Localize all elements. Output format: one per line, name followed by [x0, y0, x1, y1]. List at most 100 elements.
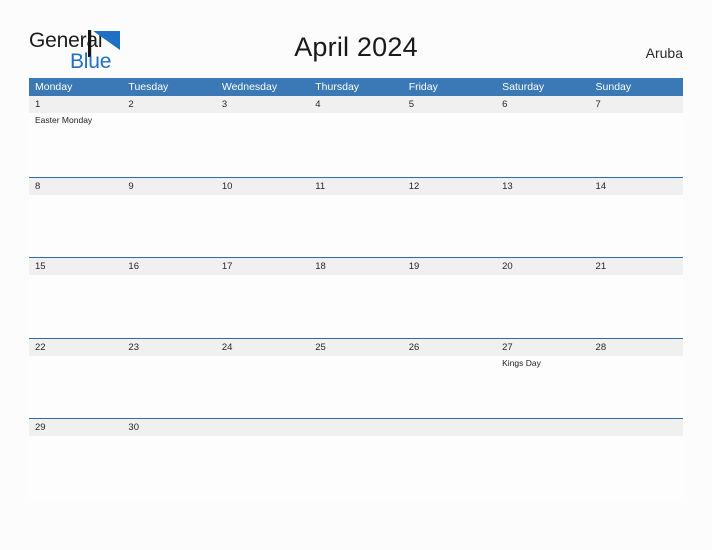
- date-number[interactable]: 9: [122, 178, 215, 195]
- date-number[interactable]: 3: [216, 96, 309, 113]
- date-number[interactable]: 28: [590, 339, 683, 356]
- calendar-week-row: 15 16 17 18 19 20 21: [29, 257, 683, 338]
- day-cell-events: [590, 113, 683, 176]
- date-number[interactable]: 30: [122, 419, 215, 436]
- day-cell-events: [403, 275, 496, 338]
- date-number-band: 15 16 17 18 19 20 21: [29, 258, 683, 275]
- day-cell-events: [29, 356, 122, 419]
- calendar-week-row: 29 30: [29, 418, 683, 499]
- date-number[interactable]: 12: [403, 178, 496, 195]
- day-cell-events: [216, 113, 309, 176]
- day-cell-events: [122, 436, 215, 499]
- date-number-band: 8 9 10 11 12 13 14: [29, 177, 683, 195]
- date-number[interactable]: 27: [496, 339, 589, 356]
- day-cell-events: [590, 436, 683, 499]
- date-number[interactable]: 23: [122, 339, 215, 356]
- event-band: [29, 275, 683, 338]
- calendar-weeks: 1 2 3 4 5 6 7 Easter Monday 8 9 10 11 12 13 14 15 16 17 18…: [29, 96, 683, 499]
- calendar-week-row: 8 9 10 11 12 13 14: [29, 176, 683, 258]
- weekday-header-thursday: Thursday: [315, 81, 360, 93]
- day-cell-events: [122, 113, 215, 176]
- holiday-event-label: Kings Day: [502, 357, 541, 368]
- page-header: General Blue April 2024 Aruba: [0, 0, 712, 76]
- date-number[interactable]: 5: [403, 96, 496, 113]
- calendar-week-row: 22 23 24 25 26 27 28 Kings Day: [29, 337, 683, 419]
- day-cell-events: [122, 356, 215, 419]
- date-number[interactable]: 15: [29, 258, 122, 275]
- event-band: [29, 194, 683, 258]
- event-band: Kings Day: [29, 355, 683, 419]
- day-cell-events: [309, 436, 402, 499]
- day-cell-events: [309, 275, 402, 338]
- date-number-band: 1234567: [29, 96, 683, 113]
- day-cell-events: [309, 356, 402, 419]
- weekday-header-tuesday: Tuesday: [128, 81, 169, 93]
- day-cell-events: [403, 195, 496, 258]
- event-band: Easter Monday: [29, 113, 683, 176]
- day-cell-events: [403, 436, 496, 499]
- date-number: [403, 419, 496, 436]
- weekday-header-friday: Friday: [408, 81, 438, 93]
- day-cell-events: [216, 436, 309, 499]
- holiday-event-label: Easter Monday: [35, 115, 93, 125]
- region-label: Aruba: [645, 45, 683, 61]
- date-number[interactable]: 13: [496, 178, 589, 195]
- day-cell-events: [403, 113, 496, 176]
- day-cell-events[interactable]: Kings Day: [496, 356, 589, 419]
- day-cell-events: [496, 195, 589, 258]
- calendar-week-row: 1 2 3 4 5 6 7 Easter Monday: [29, 96, 683, 177]
- date-number[interactable]: 29: [29, 419, 122, 436]
- date-number-band: 29 30: [29, 419, 683, 436]
- day-cell-events[interactable]: Easter Monday: [29, 113, 122, 176]
- date-number[interactable]: 18: [309, 258, 402, 275]
- date-number[interactable]: 20: [496, 258, 589, 275]
- date-number: [590, 419, 683, 436]
- date-number[interactable]: 25: [309, 339, 402, 356]
- date-number[interactable]: 21: [590, 258, 683, 275]
- day-cell-events: [309, 195, 402, 258]
- day-cell-events: [122, 275, 215, 338]
- date-number: [309, 419, 402, 436]
- day-cell-events: [496, 275, 589, 338]
- date-number-band: 22 23 24 25 26 27 28: [29, 338, 683, 356]
- weekday-header-sunday: Sunday: [595, 81, 632, 93]
- weekday-header-row: Monday Tuesday Wednesday Thursday Friday…: [29, 78, 683, 96]
- date-number: [496, 419, 589, 436]
- event-band: [29, 436, 683, 499]
- day-cell-events: [309, 113, 402, 176]
- date-number: [216, 419, 309, 436]
- day-cell-events: [590, 356, 683, 419]
- calendar-grid: Monday Tuesday Wednesday Thursday Friday…: [29, 78, 683, 499]
- date-number[interactable]: 16: [122, 258, 215, 275]
- day-cell-events: [216, 275, 309, 338]
- date-number[interactable]: 11: [309, 178, 402, 195]
- day-cell-events: [216, 195, 309, 258]
- weekday-header-wednesday: Wednesday: [221, 81, 278, 93]
- date-number[interactable]: 10: [216, 178, 309, 195]
- date-number[interactable]: 7: [590, 96, 683, 113]
- weekday-header-monday: Monday: [35, 81, 73, 93]
- date-number[interactable]: 14: [590, 178, 683, 195]
- date-number[interactable]: 24: [216, 339, 309, 356]
- day-cell-events: [122, 195, 215, 258]
- date-number[interactable]: 2: [122, 96, 215, 113]
- day-cell-events: [29, 195, 122, 258]
- date-number[interactable]: 17: [216, 258, 309, 275]
- day-cell-events: [403, 356, 496, 419]
- day-cell-events: [496, 436, 589, 499]
- weekday-header-saturday: Saturday: [502, 81, 545, 93]
- date-number[interactable]: 8: [29, 178, 122, 195]
- date-number[interactable]: 22: [29, 339, 122, 356]
- date-number[interactable]: 26: [403, 339, 496, 356]
- day-cell-events: [590, 275, 683, 338]
- date-number[interactable]: 19: [403, 258, 496, 275]
- date-number[interactable]: 6: [496, 96, 589, 113]
- page-title: April 2024: [294, 32, 418, 62]
- day-cell-events: [29, 275, 122, 338]
- day-cell-events: [590, 195, 683, 258]
- calendar-page: General Blue April 2024 Aruba Monday Tue…: [0, 0, 712, 550]
- date-number[interactable]: 4: [309, 96, 402, 113]
- day-cell-events: [29, 436, 122, 499]
- day-cell-events: [496, 113, 589, 176]
- date-number[interactable]: 1: [29, 96, 122, 113]
